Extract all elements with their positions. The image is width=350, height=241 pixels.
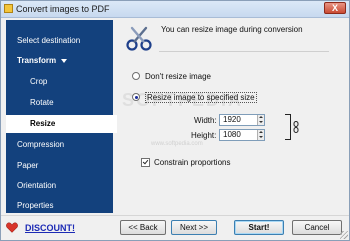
cancel-button[interactable]: Cancel: [292, 220, 342, 235]
sidebar-item-orientation[interactable]: Orientation: [6, 177, 113, 195]
proportion-bracket: [285, 114, 291, 140]
height-input[interactable]: 1080: [219, 129, 265, 141]
width-stepper[interactable]: [257, 115, 264, 125]
sidebar-item-resize[interactable]: Resize: [6, 115, 117, 133]
height-stepper[interactable]: [257, 130, 264, 140]
height-value: 1080: [223, 130, 241, 139]
sidebar-item-transform-label: Transform: [17, 56, 57, 65]
radio-dont-resize-indicator[interactable]: [132, 72, 140, 80]
height-decrement-icon[interactable]: [258, 135, 264, 140]
constrain-proportions-label: Constrain proportions: [154, 158, 231, 167]
start-button[interactable]: Start!: [234, 220, 284, 235]
chain-link-icon[interactable]: [293, 121, 299, 133]
radio-dont-resize[interactable]: Don't resize image: [132, 70, 211, 82]
height-label: Height:: [191, 131, 217, 140]
radio-resize-specified-indicator[interactable]: [132, 93, 140, 101]
footer-divider: [1, 215, 349, 216]
chevron-down-icon: [61, 58, 68, 63]
width-decrement-icon[interactable]: [258, 120, 264, 125]
sidebar-item-rotate[interactable]: Rotate: [6, 94, 113, 112]
app-icon: [4, 4, 13, 13]
width-label: Width:: [194, 116, 217, 125]
sidebar-item-crop[interactable]: Crop: [6, 73, 113, 91]
close-button[interactable]: X: [324, 2, 346, 14]
back-button[interactable]: << Back: [120, 220, 166, 235]
next-button[interactable]: Next >>: [171, 220, 217, 235]
radio-resize-specified[interactable]: Resize image to specified size: [132, 91, 257, 103]
window-title: Convert images to PDF: [16, 4, 110, 14]
sidebar: Select destination Transform Crop Rotate…: [6, 20, 117, 215]
width-value: 1920: [223, 115, 241, 124]
width-input[interactable]: 1920: [219, 114, 265, 126]
header-divider: [159, 51, 329, 52]
discount-link[interactable]: DISCOUNT!: [25, 223, 75, 233]
sidebar-item-paper[interactable]: Paper: [6, 157, 113, 175]
sidebar-item-select-destination[interactable]: Select destination: [6, 32, 113, 50]
resize-grip[interactable]: [340, 231, 348, 239]
constrain-proportions-checkbox[interactable]: [141, 158, 150, 167]
sidebar-item-properties[interactable]: Properties: [6, 197, 113, 215]
radio-resize-specified-label: Resize image to specified size: [145, 91, 257, 103]
scissors-icon: [126, 26, 152, 51]
watermark-url: www.softpedia.com: [151, 141, 203, 147]
heart-icon: [6, 222, 18, 233]
title-bar[interactable]: Convert images to PDF X: [1, 1, 349, 18]
sidebar-item-transform[interactable]: Transform: [6, 52, 113, 70]
app-window: Convert images to PDF X Select destinati…: [0, 0, 350, 241]
radio-dont-resize-label: Don't resize image: [145, 71, 211, 81]
header-description: You can resize image during conversion: [161, 25, 303, 34]
sidebar-item-compression[interactable]: Compression: [6, 136, 113, 154]
